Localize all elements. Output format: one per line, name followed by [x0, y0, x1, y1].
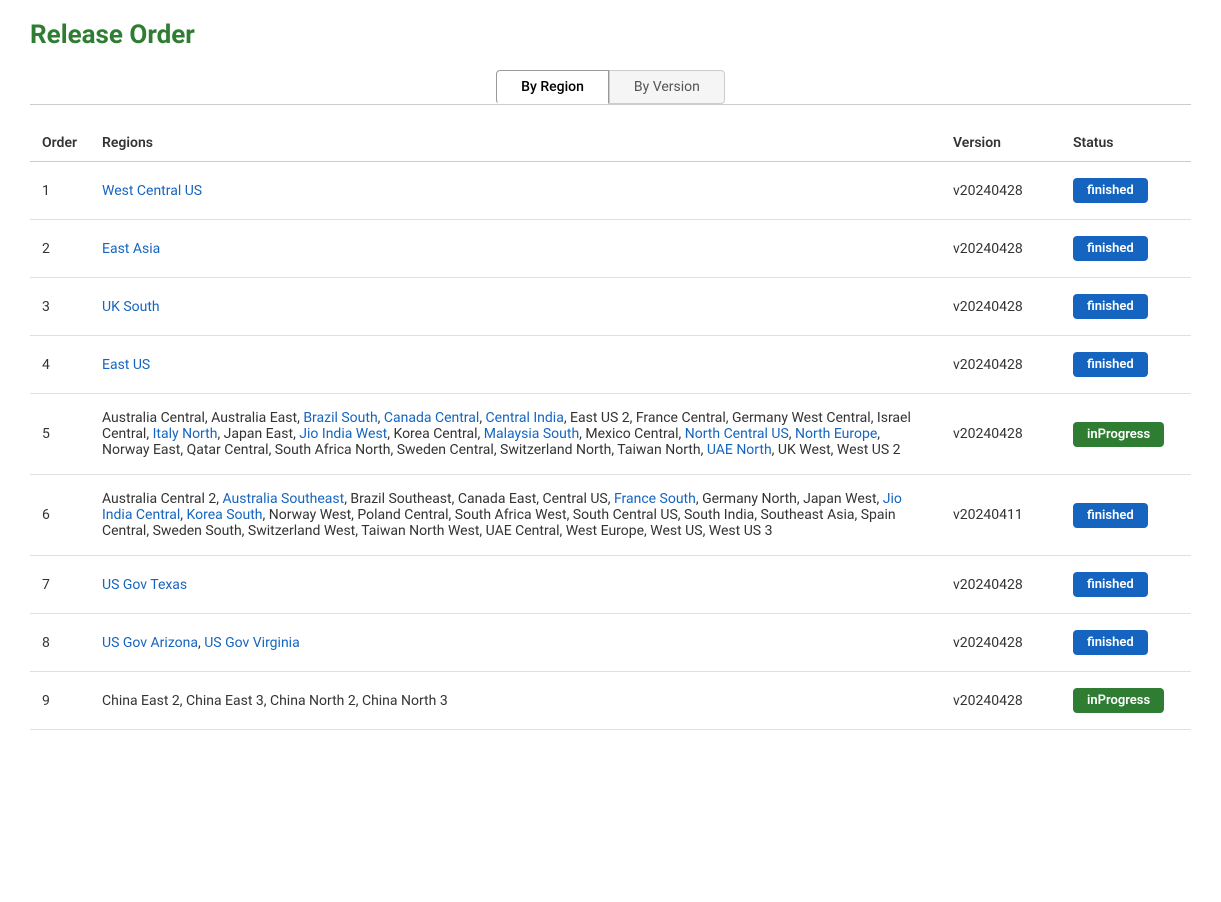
- cell-regions: Australia Central, Australia East, Brazi…: [90, 394, 941, 475]
- cell-regions: East Asia: [90, 220, 941, 278]
- cell-regions: West Central US: [90, 162, 941, 220]
- tab-divider: [30, 104, 1191, 105]
- cell-version: v20240428: [941, 336, 1061, 394]
- cell-version: v20240428: [941, 394, 1061, 475]
- region-text: , Korea Central,: [387, 426, 484, 442]
- table-row: 8US Gov Arizona, US Gov Virginiav2024042…: [30, 614, 1191, 672]
- tab-bar: By Region By Version: [30, 70, 1191, 104]
- page-title: Release Order: [30, 20, 1191, 50]
- cell-order: 6: [30, 475, 90, 556]
- cell-order: 5: [30, 394, 90, 475]
- cell-order: 2: [30, 220, 90, 278]
- release-order-table: Order Regions Version Status 1 West Centr…: [30, 125, 1191, 730]
- cell-status: finished: [1061, 220, 1191, 278]
- cell-status: finished: [1061, 556, 1191, 614]
- col-header-version: Version: [941, 125, 1061, 162]
- cell-regions: Australia Central 2, Australia Southeast…: [90, 475, 941, 556]
- region-link[interactable]: UK South: [102, 299, 160, 315]
- status-badge: finished: [1073, 178, 1148, 203]
- region-link[interactable]: Korea South: [187, 507, 263, 523]
- region-text: Australia East: [211, 410, 297, 426]
- table-row: 2 East Asia v20240428 finished: [30, 220, 1191, 278]
- cell-version: v20240428: [941, 278, 1061, 336]
- cell-version: v20240411: [941, 475, 1061, 556]
- region-link[interactable]: Malaysia South: [484, 426, 579, 442]
- cell-status: finished: [1061, 336, 1191, 394]
- region-link[interactable]: US Gov Texas: [102, 577, 187, 593]
- region-link[interactable]: Italy North: [153, 426, 218, 442]
- status-badge: finished: [1073, 503, 1148, 528]
- cell-status: inProgress: [1061, 394, 1191, 475]
- cell-order: 8: [30, 614, 90, 672]
- cell-order: 4: [30, 336, 90, 394]
- status-badge: finished: [1073, 236, 1148, 261]
- status-badge: finished: [1073, 630, 1148, 655]
- region-text: Australia Central: [102, 410, 205, 426]
- tab-by-region[interactable]: By Region: [496, 70, 609, 104]
- cell-regions: China East 2, China East 3, China North …: [90, 672, 941, 730]
- table-row: 9 China East 2, China East 3, China North…: [30, 672, 1191, 730]
- region-link[interactable]: Australia Southeast: [222, 491, 344, 507]
- cell-status: finished: [1061, 162, 1191, 220]
- cell-status: finished: [1061, 278, 1191, 336]
- cell-regions: UK South: [90, 278, 941, 336]
- region-link[interactable]: UAE North: [707, 442, 772, 458]
- cell-version: v20240428: [941, 556, 1061, 614]
- region-link[interactable]: East Asia: [102, 241, 160, 257]
- table-row: 7 US Gov Texas v20240428 finished: [30, 556, 1191, 614]
- status-badge: finished: [1073, 572, 1148, 597]
- cell-order: 9: [30, 672, 90, 730]
- region-text: Australia Central 2,: [102, 491, 222, 507]
- status-badge: finished: [1073, 294, 1148, 319]
- region-link[interactable]: Brazil South: [303, 410, 377, 426]
- table-row: 1 West Central US v20240428 finished: [30, 162, 1191, 220]
- status-badge: finished: [1073, 352, 1148, 377]
- region-text: , Mexico Central,: [579, 426, 685, 442]
- region-link[interactable]: Canada Central: [384, 410, 479, 426]
- region-text: , Germany North, Japan West,: [696, 491, 883, 507]
- table-row: 6Australia Central 2, Australia Southeas…: [30, 475, 1191, 556]
- cell-regions: East US: [90, 336, 941, 394]
- col-header-order: Order: [30, 125, 90, 162]
- region-link[interactable]: France South: [614, 491, 696, 507]
- region-link[interactable]: North Europe: [795, 426, 877, 442]
- table-row: 3 UK South v20240428 finished: [30, 278, 1191, 336]
- region-link[interactable]: East US: [102, 357, 150, 373]
- region-link[interactable]: US Gov Arizona: [102, 635, 198, 651]
- table-row: 5Australia Central, Australia East, Braz…: [30, 394, 1191, 475]
- region-link[interactable]: West Central US: [102, 183, 202, 199]
- region-link[interactable]: US Gov Virginia: [204, 635, 299, 651]
- tab-by-version[interactable]: By Version: [609, 70, 725, 104]
- cell-version: v20240428: [941, 614, 1061, 672]
- col-header-status: Status: [1061, 125, 1191, 162]
- col-header-regions: Regions: [90, 125, 941, 162]
- cell-version: v20240428: [941, 162, 1061, 220]
- region-link[interactable]: Central India: [486, 410, 564, 426]
- table-row: 4 East US v20240428 finished: [30, 336, 1191, 394]
- cell-order: 7: [30, 556, 90, 614]
- region-link[interactable]: North Central US: [685, 426, 789, 442]
- region-text: , Japan East,: [217, 426, 299, 442]
- cell-order: 1: [30, 162, 90, 220]
- status-badge: inProgress: [1073, 422, 1164, 447]
- cell-status: finished: [1061, 475, 1191, 556]
- region-text: China East 2, China East 3, China North …: [102, 693, 448, 709]
- cell-regions: US Gov Arizona, US Gov Virginia: [90, 614, 941, 672]
- cell-order: 3: [30, 278, 90, 336]
- region-text: , UK West, West US 2: [772, 442, 901, 458]
- cell-regions: US Gov Texas: [90, 556, 941, 614]
- cell-version: v20240428: [941, 672, 1061, 730]
- cell-status: inProgress: [1061, 672, 1191, 730]
- cell-status: finished: [1061, 614, 1191, 672]
- cell-version: v20240428: [941, 220, 1061, 278]
- region-link[interactable]: Jio India West: [299, 426, 387, 442]
- region-text: , Brazil Southeast, Canada East, Central…: [344, 491, 614, 507]
- status-badge: inProgress: [1073, 688, 1164, 713]
